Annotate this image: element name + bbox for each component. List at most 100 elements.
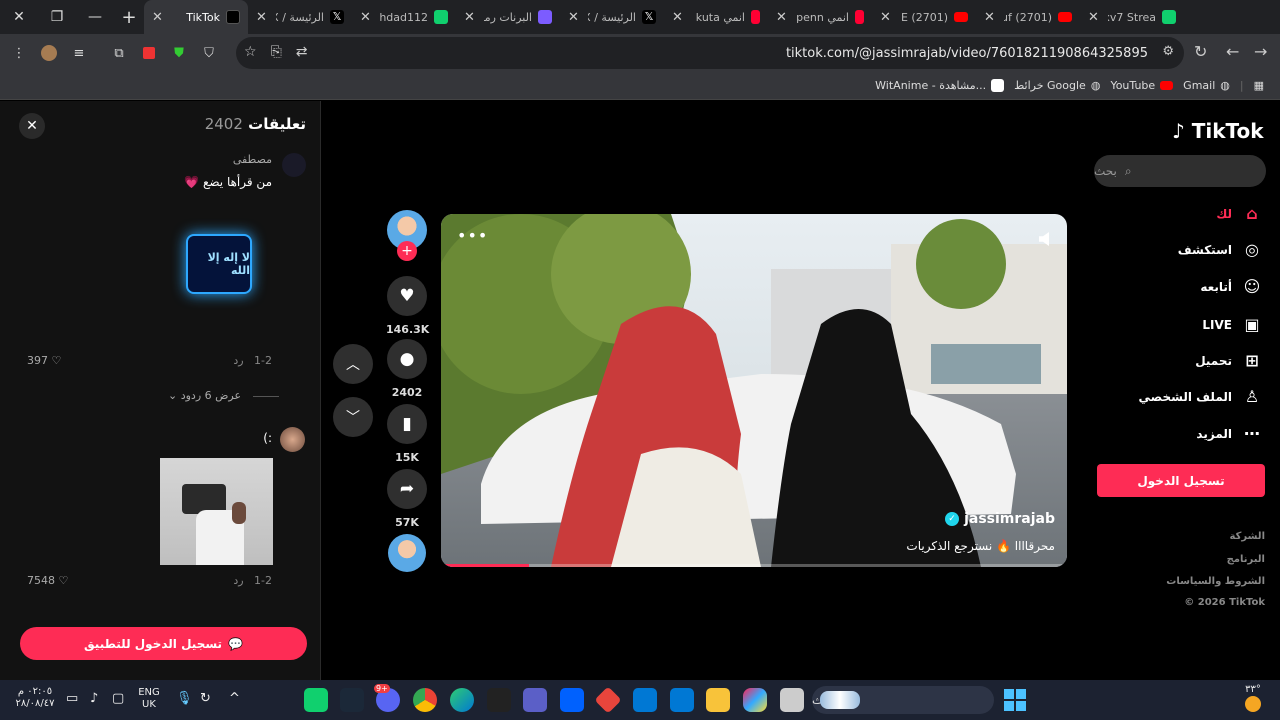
close-tab-icon[interactable]: ✕	[776, 10, 790, 25]
tab-nxv7[interactable]: ✕ Nxv7 Strea	[1080, 0, 1184, 34]
tab-anime-kuta[interactable]: ✕ انمي kuta	[664, 0, 768, 34]
search-input[interactable]: ⌕ بحث	[1094, 155, 1266, 187]
teams-icon[interactable]	[523, 688, 547, 712]
app-diamond-icon[interactable]	[594, 686, 622, 714]
profile-avatar-icon[interactable]	[34, 45, 64, 61]
tab-x-home[interactable]: ✕ الرئيسة / X 𝕏	[248, 0, 352, 34]
tab-shdad[interactable]: ✕ shdad112	[352, 0, 456, 34]
menu-icon[interactable]: ⋮	[4, 46, 34, 61]
adblock-shield-icon[interactable]: ⛊	[164, 46, 194, 61]
comment-image[interactable]	[160, 458, 273, 565]
comment-icon[interactable]: ●	[387, 339, 427, 379]
network-icon[interactable]: ▢	[112, 692, 124, 705]
search-icon[interactable]: ⌕	[1125, 164, 1132, 179]
file-explorer-icon[interactable]	[706, 688, 730, 712]
close-tab-icon[interactable]: ✕	[256, 10, 270, 25]
privacy-shield-icon[interactable]: ⛉	[194, 46, 224, 61]
comment-like-button[interactable]: 397 ♡	[27, 354, 61, 367]
tiktok-logo[interactable]: ♪ TikTok	[1172, 119, 1264, 143]
login-to-comment-button[interactable]: 💬 تسجيل الدخول للتطبيق	[20, 627, 307, 660]
close-tab-icon[interactable]: ✕	[1088, 10, 1102, 25]
view-replies-button[interactable]: عرض 6 ردود ⌄	[168, 389, 280, 402]
previous-video-button[interactable]: ︿	[333, 344, 373, 384]
share-icon[interactable]: ⎘	[271, 44, 282, 60]
close-tab-icon[interactable]: ✕	[672, 10, 686, 25]
epic-games-icon[interactable]	[487, 688, 511, 712]
footer-terms-link[interactable]: الشروط والسياسات	[1166, 576, 1265, 587]
close-tab-icon[interactable]: ✕	[152, 10, 166, 25]
close-tab-icon[interactable]: ✕	[360, 10, 374, 25]
url-field[interactable]: tiktok.com/@jassimrajab/video/7601821190…	[236, 37, 1184, 69]
like-action[interactable]: ♥ 146.3K	[386, 276, 429, 336]
clock[interactable]: ٠٢:٠٥ م ٢٨/٠٨/٤٧	[12, 686, 58, 710]
minimize-window-button[interactable]: —	[76, 0, 114, 34]
edge-icon[interactable]	[450, 688, 474, 712]
video-more-options-icon[interactable]: •••	[457, 226, 488, 245]
media-control-icon[interactable]: ≡	[64, 46, 94, 61]
close-tab-icon[interactable]: ✕	[568, 10, 582, 25]
next-video-button[interactable]: ﹀	[333, 397, 373, 437]
reply-link[interactable]: رد	[233, 574, 243, 587]
copilot-icon[interactable]	[743, 688, 767, 712]
video-player[interactable]: ••• ✓ jassimrajab محرقاااا 🔥 نسترجع الذك…	[441, 214, 1067, 567]
restore-window-button[interactable]: ❐	[38, 0, 76, 34]
comment-action[interactable]: ● 2402	[386, 339, 428, 399]
start-button[interactable]	[1004, 689, 1026, 711]
footer-program-link[interactable]: البرنامج	[1227, 554, 1265, 565]
bookmark-google-maps[interactable]: خرائط Google ◍	[1014, 79, 1100, 92]
video-progress-bar[interactable]	[441, 564, 1067, 567]
follow-plus-icon[interactable]: +	[397, 241, 417, 261]
translate-icon[interactable]: ⇄	[296, 44, 308, 60]
close-comments-button[interactable]: ✕	[19, 113, 45, 139]
login-button[interactable]: تسجيل الدخول	[1097, 464, 1265, 497]
bookmark-icon[interactable]: ▮	[387, 404, 427, 444]
heart-icon[interactable]: ♥	[387, 276, 427, 316]
store-icon[interactable]	[670, 688, 694, 712]
footer-company-link[interactable]: الشركة	[1230, 531, 1265, 542]
microphone-icon[interactable]: 🎙	[176, 692, 193, 705]
nav-upload[interactable]: ⊞ تحميل	[1195, 351, 1262, 370]
volume-icon[interactable]: ♪	[90, 692, 98, 705]
nav-profile[interactable]: ♙ الملف الشخصي	[1139, 387, 1262, 406]
author-avatar-action[interactable]: +	[386, 210, 428, 261]
kick-app-icon[interactable]	[304, 688, 328, 712]
nav-more[interactable]: ⋯ المزيد	[1196, 424, 1262, 443]
comment-like-button[interactable]: 7548 ♡	[27, 574, 68, 587]
nav-explore[interactable]: ◎ استكشف	[1178, 240, 1262, 259]
new-tab-button[interactable]: +	[114, 0, 144, 34]
close-tab-icon[interactable]: ✕	[880, 10, 894, 25]
bookmark-star-icon[interactable]: ☆	[244, 44, 257, 60]
outlook-icon[interactable]	[633, 688, 657, 712]
taskbar-search[interactable]: ⌕ بحث	[812, 686, 994, 714]
weather-widget[interactable]: ٣٣°	[1236, 684, 1270, 712]
chrome-icon[interactable]	[413, 688, 437, 712]
reload-icon[interactable]: ↻	[1194, 42, 1207, 61]
share-arrow-icon[interactable]: ➦	[387, 469, 427, 509]
share-action[interactable]: ➦ 57K	[386, 469, 428, 529]
nav-for-you[interactable]: ⌂ لك	[1216, 204, 1262, 223]
tab-x-home-2[interactable]: ✕ الرئيسة / X 𝕏	[560, 0, 664, 34]
close-window-button[interactable]: ✕	[0, 0, 38, 34]
commenter-avatar[interactable]	[280, 427, 305, 452]
music-disc-icon[interactable]	[388, 534, 426, 572]
forward-icon[interactable]: ←	[1226, 42, 1239, 61]
tray-overflow-icon[interactable]: ^	[229, 692, 240, 705]
tab-youtube-suf[interactable]: ✕ (2701) Suf	[976, 0, 1080, 34]
nav-following[interactable]: ☺ أتابعه	[1200, 277, 1262, 296]
nav-live[interactable]: ▣ LIVE	[1202, 315, 1262, 334]
battery-icon[interactable]: ▭	[66, 692, 78, 705]
dropbox-icon[interactable]	[560, 688, 584, 712]
commenter-avatar[interactable]	[282, 153, 306, 177]
extension-icon[interactable]	[134, 47, 164, 59]
music-disc-action[interactable]	[386, 534, 428, 572]
sync-icon[interactable]: ↻	[200, 692, 211, 705]
site-settings-icon[interactable]: ⚙	[1162, 44, 1174, 59]
app-window-icon[interactable]	[780, 688, 804, 712]
save-action[interactable]: ▮ 15K	[386, 404, 428, 464]
bookmark-youtube[interactable]: YouTube	[1110, 79, 1174, 92]
tab-youtube-the[interactable]: ✕ (2701) THE	[872, 0, 976, 34]
tab-tiktok[interactable]: ✕ TikTok	[144, 0, 248, 34]
close-tab-icon[interactable]: ✕	[984, 10, 998, 25]
steam-icon[interactable]	[340, 688, 364, 712]
language-indicator[interactable]: ENG UK	[134, 687, 164, 711]
